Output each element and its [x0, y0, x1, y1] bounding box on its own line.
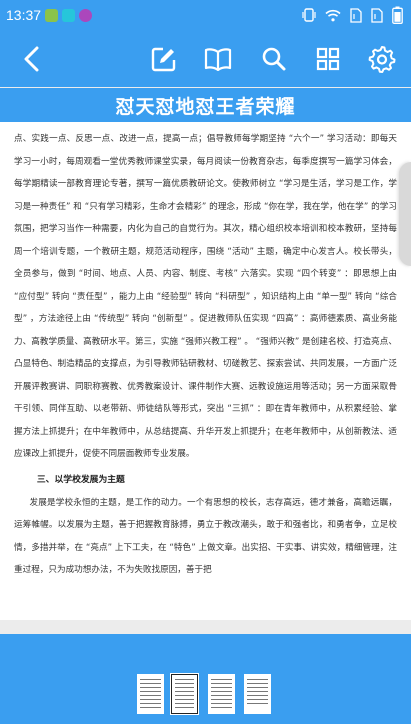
page-thumbnail[interactable] — [137, 674, 164, 714]
document-page[interactable]: 点、实践一点、反思一点、改进一点，提高一点；倡导教师每学期坚持 “六个一” 学习… — [0, 122, 411, 620]
status-time: 13:37 — [6, 7, 42, 23]
grid-icon[interactable] — [313, 44, 343, 74]
side-drawer-handle[interactable] — [399, 162, 411, 266]
wifi-icon — [325, 9, 341, 22]
battery-icon — [392, 6, 403, 24]
app-notification-icon — [79, 8, 93, 22]
reader-toolbar — [0, 30, 411, 87]
page-thumbnail-bar — [0, 634, 411, 724]
vibrate-icon — [302, 8, 316, 22]
status-bar: 13:37 — [0, 0, 411, 30]
search-icon[interactable] — [259, 44, 289, 74]
app-notification-icon — [45, 8, 59, 22]
sim-icon — [350, 7, 362, 23]
page-thumbnail[interactable] — [244, 674, 271, 714]
body-paragraph: 发展是学校永恒的主题，是工作的动力。一个有思想的校长，志存高远，德才兼备，高瞻远… — [14, 497, 397, 576]
back-arrow-icon[interactable] — [18, 44, 48, 74]
sim-icon — [371, 7, 383, 23]
section-heading: 三、以学校发展为主题 — [36, 474, 125, 485]
book-icon[interactable] — [203, 44, 233, 74]
page-thumbnail-selected[interactable] — [170, 673, 199, 715]
app-notification-icon — [62, 8, 76, 22]
page-thumbnail[interactable] — [208, 674, 235, 714]
gear-icon[interactable] — [367, 44, 397, 74]
edit-icon[interactable] — [149, 44, 179, 74]
document-text: 点、实践一点、反思一点、改进一点，提高一点；倡导教师每学期坚持 “六个一” 学习… — [0, 122, 411, 582]
document-title: 怼天怼地怼王者荣耀 — [0, 88, 411, 122]
body-paragraph: 点、实践一点、反思一点、改进一点，提高一点；倡导教师每学期坚持 “六个一” 学习… — [14, 134, 397, 459]
